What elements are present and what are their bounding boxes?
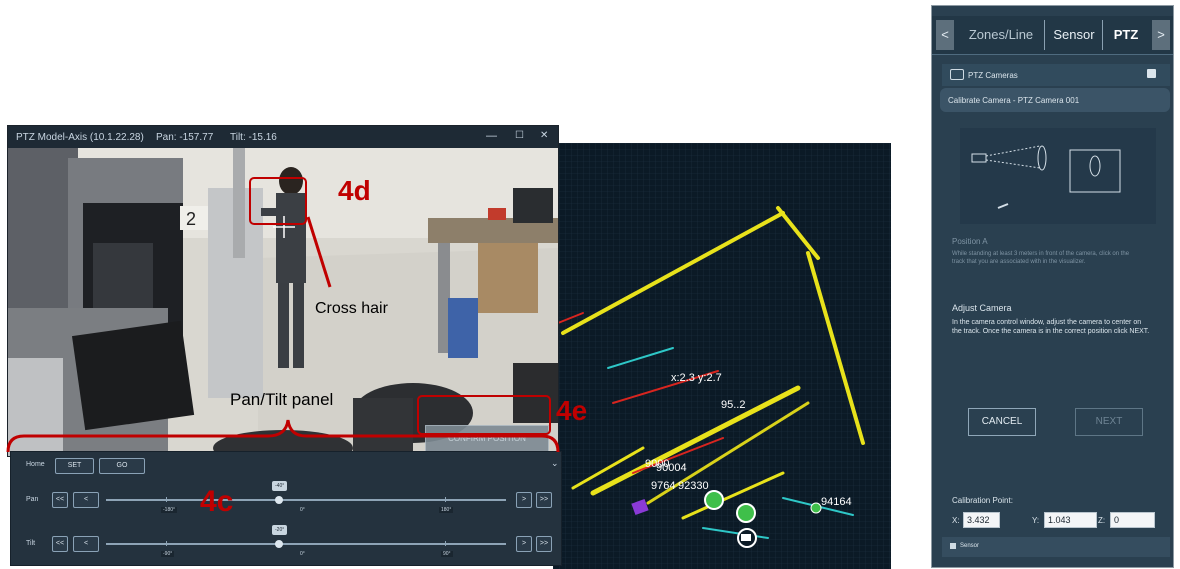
annotation-4c: 4c (200, 485, 234, 518)
y-coordinate-field[interactable]: 1.043 (1044, 512, 1097, 528)
adjust-camera-text: In the camera control window, adjust the… (952, 319, 1150, 335)
pan-fast-right-button[interactable]: >> (536, 492, 552, 508)
camera-window-titlebar: PTZ Model-Axis (10.1.22.28) Pan: -157.77… (8, 126, 558, 148)
cancel-button[interactable]: CANCEL (968, 408, 1036, 436)
close-button[interactable]: ✕ (540, 130, 548, 141)
tilt-right-button[interactable]: > (516, 536, 532, 552)
annotation-cross-hair: Cross hair (315, 300, 388, 317)
tilt-readout: Tilt: -15.16 (230, 132, 277, 143)
x-label: X: (952, 516, 960, 525)
lock-icon (1147, 69, 1156, 78)
z-label: Z: (1098, 516, 1106, 525)
home-set-button[interactable]: SET (55, 458, 94, 474)
next-button[interactable]: NEXT (1075, 408, 1143, 436)
tilt-slider-tick (166, 541, 167, 546)
pan-min-label: -180° (161, 507, 178, 513)
tab-sensor[interactable]: Sensor (1046, 20, 1103, 50)
tab-ptz[interactable]: PTZ (1104, 20, 1148, 50)
sensor-icon (950, 543, 956, 549)
svg-text:2: 2 (186, 209, 196, 229)
pan-value-tag: -40° (272, 481, 288, 491)
track-label: 95..2 (721, 399, 745, 411)
annotation-4d: 4d (338, 175, 371, 206)
pan-slider-tick (166, 497, 167, 502)
ptz-sidebar-panel: < Zones/Line Sensor PTZ > PTZ Cameras Ca… (931, 5, 1174, 568)
pan-label: Pan (26, 496, 39, 503)
maximize-button[interactable]: ☐ (515, 130, 524, 141)
tilt-slider-handle[interactable] (275, 540, 283, 548)
tilt-label: Tilt (26, 540, 36, 547)
position-a-title: Position A (952, 237, 988, 246)
track-label: 90004 (656, 462, 687, 474)
calibration-illustration (960, 128, 1156, 224)
camera-icon (741, 534, 751, 541)
point-cloud-canvas[interactable]: x:2.3 y:2.7 9000 90004 9764 92330 94164 … (553, 143, 891, 569)
camera-diagram-icon (971, 145, 1121, 209)
tab-zones-lines[interactable]: Zones/Line (958, 20, 1045, 50)
home-go-button[interactable]: GO (99, 458, 145, 474)
pan-max-label: 180° (439, 507, 454, 513)
crosshair-callout-line (306, 216, 332, 288)
camera-window-title: PTZ Model-Axis (10.1.22.28) (16, 132, 144, 143)
track-label: 92330 (678, 480, 709, 492)
annotation-pan-tilt-panel: Pan/Tilt panel (230, 390, 334, 409)
pan-tilt-brace (6, 419, 560, 453)
sensor-footer-label: Sensor (960, 543, 980, 549)
ptz-cameras-title: PTZ Cameras (968, 71, 1018, 80)
track-label: 9764 (651, 480, 675, 492)
tilt-left-button[interactable]: < (73, 536, 99, 552)
minimize-button[interactable]: — (486, 130, 497, 142)
tilt-fast-right-button[interactable]: >> (536, 536, 552, 552)
track-label: 94164 (821, 496, 852, 508)
map-coord-readout: x:2.3 y:2.7 (671, 372, 722, 384)
tilt-min-label: -90° (161, 551, 175, 557)
x-coordinate-field[interactable]: 3.432 (963, 512, 1000, 528)
home-label: Home (26, 461, 45, 468)
camera-icon (950, 69, 964, 80)
pan-left-button[interactable]: < (73, 492, 99, 508)
pan-tilt-panel: Home SET GO ⌄ Pan << < -180° 0° 180° -40… (10, 451, 562, 566)
tilt-mid-label: 0° (300, 551, 305, 557)
tilt-slider-tick (445, 541, 446, 546)
calibration-point-label: Calibration Point: (952, 496, 1013, 505)
tilt-value-tag: -20° (272, 525, 288, 535)
calibrate-title: Calibrate Camera - PTZ Camera 001 (948, 96, 1080, 105)
lidar-visualizer[interactable]: x:2.3 y:2.7 9000 90004 9764 92330 94164 … (553, 143, 891, 569)
tilt-max-label: 90° (441, 551, 453, 557)
pan-slider-tick (445, 497, 446, 502)
tab-prev-button[interactable]: < (936, 20, 954, 50)
tilt-fast-left-button[interactable]: << (52, 536, 68, 552)
pan-readout: Pan: -157.77 (156, 132, 214, 143)
position-a-text: While standing at least 3 meters in fron… (952, 251, 1130, 265)
person-track-marker[interactable] (810, 502, 822, 514)
pan-mid-label: 0° (300, 507, 305, 513)
pan-right-button[interactable]: > (516, 492, 532, 508)
y-label: Y: (1032, 516, 1040, 525)
z-coordinate-field[interactable]: 0 (1110, 512, 1155, 528)
pan-slider-handle[interactable] (275, 496, 283, 504)
person-track-marker[interactable] (704, 490, 724, 510)
crosshair-highlight-box (249, 177, 307, 225)
adjust-camera-title: Adjust Camera (952, 303, 1012, 313)
tab-next-button[interactable]: > (1152, 20, 1170, 50)
person-track-marker[interactable] (736, 503, 756, 523)
pan-fast-left-button[interactable]: << (52, 492, 68, 508)
collapse-chevron-icon[interactable]: ⌄ (551, 458, 559, 469)
